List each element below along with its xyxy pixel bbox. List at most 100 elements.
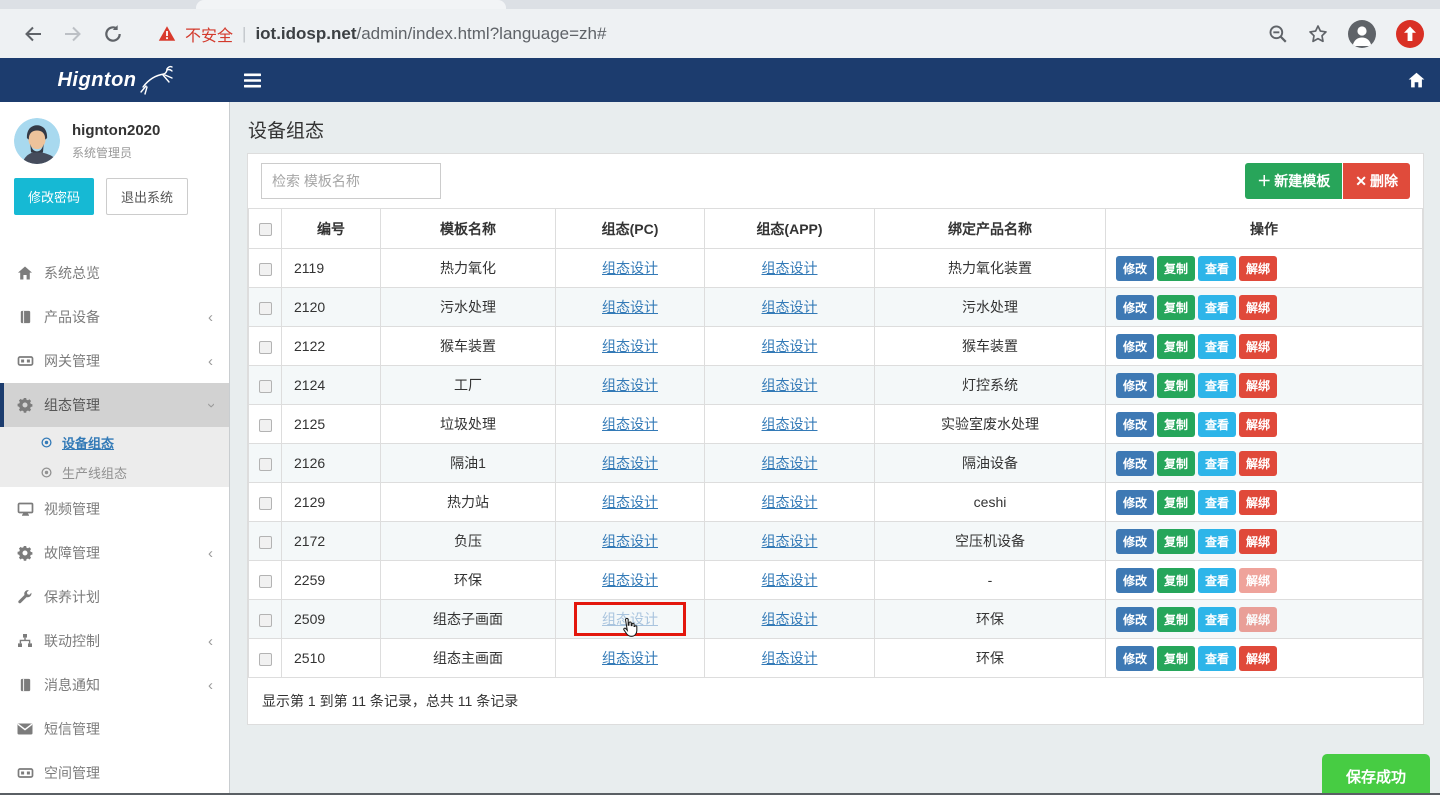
row-checkbox[interactable] bbox=[259, 614, 272, 627]
app-config-link[interactable]: 组态设计 bbox=[762, 650, 818, 666]
action-edit-button[interactable]: 修改 bbox=[1116, 256, 1154, 281]
pc-config-link[interactable]: 组态设计 bbox=[602, 416, 658, 432]
sidebar-subitem[interactable]: 设备组态 bbox=[0, 427, 229, 457]
sidebar-item[interactable]: 组态管理‹ bbox=[0, 383, 229, 427]
select-all-checkbox[interactable] bbox=[259, 223, 272, 236]
logout-button[interactable]: 退出系统 bbox=[106, 178, 188, 215]
action-unbind-button[interactable]: 解绑 bbox=[1239, 373, 1277, 398]
pc-config-link[interactable]: 组态设计 bbox=[602, 650, 658, 666]
action-view-button[interactable]: 查看 bbox=[1198, 490, 1236, 515]
pc-config-link[interactable]: 组态设计 bbox=[602, 455, 658, 471]
action-copy-button[interactable]: 复制 bbox=[1157, 490, 1195, 515]
sidebar-item[interactable]: 故障管理‹ bbox=[0, 531, 229, 575]
sidebar-item[interactable]: 系统总览 bbox=[0, 251, 229, 295]
action-edit-button[interactable]: 修改 bbox=[1116, 490, 1154, 515]
action-view-button[interactable]: 查看 bbox=[1198, 646, 1236, 671]
app-config-link[interactable]: 组态设计 bbox=[762, 533, 818, 549]
back-icon[interactable] bbox=[16, 17, 50, 51]
action-view-button[interactable]: 查看 bbox=[1198, 256, 1236, 281]
action-unbind-button[interactable]: 解绑 bbox=[1239, 256, 1277, 281]
row-checkbox[interactable] bbox=[259, 536, 272, 549]
row-checkbox[interactable] bbox=[259, 419, 272, 432]
browser-tab[interactable] bbox=[196, 0, 506, 9]
pc-config-link[interactable]: 组态设计 bbox=[602, 260, 658, 276]
sidebar-item[interactable]: 联动控制‹ bbox=[0, 619, 229, 663]
delete-button[interactable]: ✕删除 bbox=[1343, 163, 1410, 199]
action-copy-button[interactable]: 复制 bbox=[1157, 373, 1195, 398]
action-copy-button[interactable]: 复制 bbox=[1157, 529, 1195, 554]
action-view-button[interactable]: 查看 bbox=[1198, 451, 1236, 476]
action-copy-button[interactable]: 复制 bbox=[1157, 334, 1195, 359]
sidebar-item[interactable]: 保养计划 bbox=[0, 575, 229, 619]
action-edit-button[interactable]: 修改 bbox=[1116, 451, 1154, 476]
app-config-link[interactable]: 组态设计 bbox=[762, 377, 818, 393]
action-unbind-button[interactable]: 解绑 bbox=[1239, 529, 1277, 554]
browser-update-icon[interactable] bbox=[1396, 20, 1424, 48]
action-edit-button[interactable]: 修改 bbox=[1116, 607, 1154, 632]
action-view-button[interactable]: 查看 bbox=[1198, 412, 1236, 437]
action-unbind-button[interactable]: 解绑 bbox=[1239, 451, 1277, 476]
action-edit-button[interactable]: 修改 bbox=[1116, 646, 1154, 671]
app-config-link[interactable]: 组态设计 bbox=[762, 260, 818, 276]
sidebar-item[interactable]: 短信管理 bbox=[0, 707, 229, 751]
action-view-button[interactable]: 查看 bbox=[1198, 607, 1236, 632]
app-config-link[interactable]: 组态设计 bbox=[762, 494, 818, 510]
action-unbind-button[interactable]: 解绑 bbox=[1239, 568, 1277, 593]
zoom-out-icon[interactable] bbox=[1268, 24, 1288, 44]
action-view-button[interactable]: 查看 bbox=[1198, 295, 1236, 320]
forward-icon[interactable] bbox=[56, 17, 90, 51]
action-edit-button[interactable]: 修改 bbox=[1116, 295, 1154, 320]
app-config-link[interactable]: 组态设计 bbox=[762, 455, 818, 471]
row-checkbox[interactable] bbox=[259, 458, 272, 471]
pc-config-link[interactable]: 组态设计 bbox=[602, 377, 658, 393]
action-view-button[interactable]: 查看 bbox=[1198, 373, 1236, 398]
template-search-input[interactable] bbox=[261, 163, 441, 199]
new-template-button[interactable]: ＋新建模板 bbox=[1245, 163, 1342, 199]
action-unbind-button[interactable]: 解绑 bbox=[1239, 490, 1277, 515]
row-checkbox[interactable] bbox=[259, 341, 272, 354]
app-config-link[interactable]: 组态设计 bbox=[762, 338, 818, 354]
action-unbind-button[interactable]: 解绑 bbox=[1239, 412, 1277, 437]
app-config-link[interactable]: 组态设计 bbox=[762, 572, 818, 588]
action-edit-button[interactable]: 修改 bbox=[1116, 568, 1154, 593]
action-copy-button[interactable]: 复制 bbox=[1157, 451, 1195, 476]
pc-config-link[interactable]: 组态设计 bbox=[602, 299, 658, 315]
reload-icon[interactable] bbox=[96, 17, 130, 51]
action-copy-button[interactable]: 复制 bbox=[1157, 607, 1195, 632]
app-config-link[interactable]: 组态设计 bbox=[762, 416, 818, 432]
pc-config-link[interactable]: 组态设计 bbox=[602, 572, 658, 588]
action-unbind-button[interactable]: 解绑 bbox=[1239, 295, 1277, 320]
bookmark-star-icon[interactable] bbox=[1308, 24, 1328, 44]
action-view-button[interactable]: 查看 bbox=[1198, 334, 1236, 359]
action-unbind-button[interactable]: 解绑 bbox=[1239, 607, 1277, 632]
pc-config-link[interactable]: 组态设计 bbox=[602, 494, 658, 510]
row-checkbox[interactable] bbox=[259, 302, 272, 315]
sidebar-item[interactable]: 网关管理‹ bbox=[0, 339, 229, 383]
navbar-home-icon[interactable] bbox=[1407, 71, 1426, 89]
sidebar-item[interactable]: 视频管理 bbox=[0, 487, 229, 531]
sidebar-item[interactable]: 消息通知‹ bbox=[0, 663, 229, 707]
action-copy-button[interactable]: 复制 bbox=[1157, 412, 1195, 437]
action-view-button[interactable]: 查看 bbox=[1198, 568, 1236, 593]
action-edit-button[interactable]: 修改 bbox=[1116, 529, 1154, 554]
menu-toggle-icon[interactable] bbox=[244, 73, 261, 88]
row-checkbox[interactable] bbox=[259, 263, 272, 276]
action-unbind-button[interactable]: 解绑 bbox=[1239, 334, 1277, 359]
action-copy-button[interactable]: 复制 bbox=[1157, 568, 1195, 593]
sidebar-item[interactable]: 产品设备‹ bbox=[0, 295, 229, 339]
app-config-link[interactable]: 组态设计 bbox=[762, 299, 818, 315]
action-edit-button[interactable]: 修改 bbox=[1116, 334, 1154, 359]
action-edit-button[interactable]: 修改 bbox=[1116, 373, 1154, 398]
action-view-button[interactable]: 查看 bbox=[1198, 529, 1236, 554]
sidebar-item[interactable]: 空间管理 bbox=[0, 751, 229, 795]
row-checkbox[interactable] bbox=[259, 575, 272, 588]
action-copy-button[interactable]: 复制 bbox=[1157, 646, 1195, 671]
action-unbind-button[interactable]: 解绑 bbox=[1239, 646, 1277, 671]
app-config-link[interactable]: 组态设计 bbox=[762, 611, 818, 627]
sidebar-subitem[interactable]: 生产线组态 bbox=[0, 457, 229, 487]
pc-config-link[interactable]: 组态设计 bbox=[602, 338, 658, 354]
change-password-button[interactable]: 修改密码 bbox=[14, 178, 94, 215]
row-checkbox[interactable] bbox=[259, 653, 272, 666]
pc-config-link[interactable]: 组态设计 bbox=[602, 533, 658, 549]
profile-avatar-icon[interactable] bbox=[1348, 20, 1376, 48]
